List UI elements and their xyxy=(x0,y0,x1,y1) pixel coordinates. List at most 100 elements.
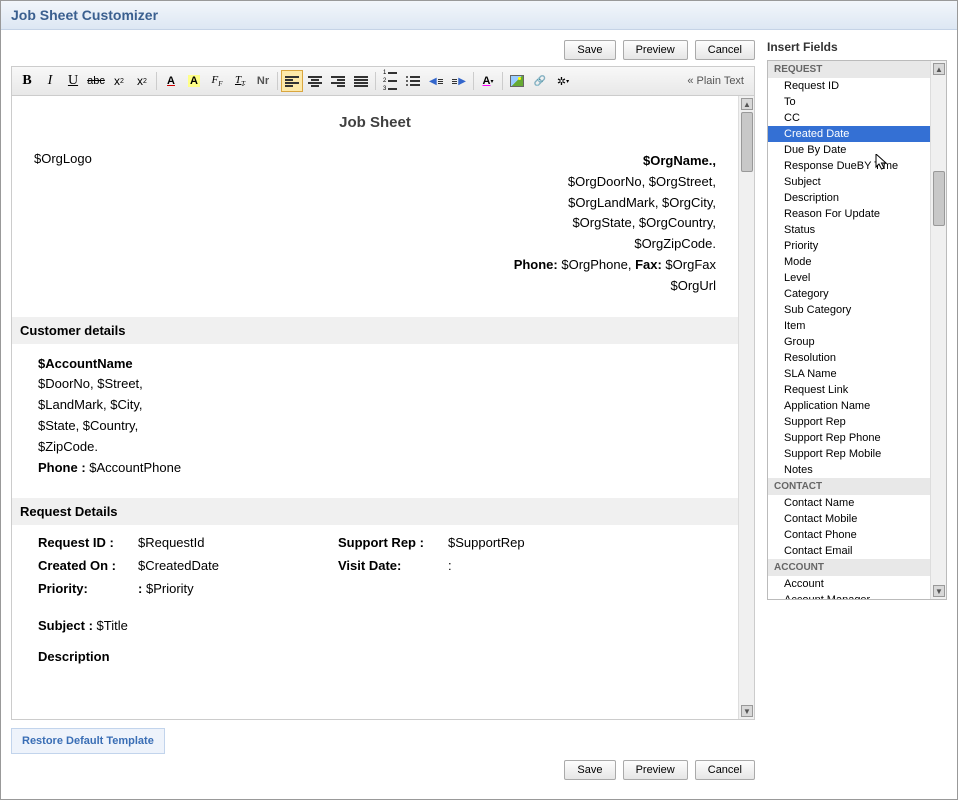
request-id-label: Request ID : xyxy=(38,535,138,550)
editor-scrollbar[interactable]: ▲ ▼ xyxy=(738,96,754,719)
font-face-button[interactable]: FF xyxy=(206,70,228,92)
field-item[interactable]: Status xyxy=(768,222,930,238)
field-item[interactable]: Category xyxy=(768,286,930,302)
scroll-thumb[interactable] xyxy=(741,112,753,172)
field-item[interactable]: Subject xyxy=(768,174,930,190)
scroll-down-icon[interactable]: ▼ xyxy=(933,585,945,597)
unordered-list-button[interactable] xyxy=(402,70,424,92)
org-addr1: $OrgDoorNo, $OrgStreet, xyxy=(144,172,716,193)
field-item[interactable]: Group xyxy=(768,334,930,350)
cancel-button-bottom[interactable]: Cancel xyxy=(695,760,755,780)
support-rep-label: Support Rep : xyxy=(338,535,448,550)
plain-text-toggle[interactable]: « Plain Text xyxy=(681,75,750,87)
field-item[interactable]: Item xyxy=(768,318,930,334)
field-item[interactable]: Contact Phone xyxy=(768,527,930,543)
underline-button[interactable]: U xyxy=(62,70,84,92)
field-item[interactable]: Contact Mobile xyxy=(768,511,930,527)
field-item[interactable]: Support Rep Mobile xyxy=(768,446,930,462)
field-item[interactable]: Resolution xyxy=(768,350,930,366)
field-item[interactable]: Level xyxy=(768,270,930,286)
align-right-button[interactable] xyxy=(327,70,349,92)
org-zip: $OrgZipCode. xyxy=(144,234,716,255)
page-title: Job Sheet Customizer xyxy=(11,7,947,23)
bold-button[interactable]: B xyxy=(16,70,38,92)
scroll-up-icon[interactable]: ▲ xyxy=(933,63,945,75)
normal-format-button[interactable]: Nr xyxy=(252,70,274,92)
outdent-button[interactable]: ◀ xyxy=(425,70,447,92)
cancel-button-top[interactable]: Cancel xyxy=(695,40,755,60)
field-item[interactable]: Application Name xyxy=(768,398,930,414)
insert-image-button[interactable] xyxy=(506,70,528,92)
scroll-down-icon[interactable]: ▼ xyxy=(741,705,753,717)
template-title: Job Sheet xyxy=(34,114,716,131)
request-id-value: $RequestId xyxy=(138,535,338,550)
field-item[interactable]: Sub Category xyxy=(768,302,930,318)
cust-phone-label: Phone : xyxy=(38,460,89,475)
bg-color-button[interactable]: A xyxy=(183,70,205,92)
font-color-button[interactable]: A xyxy=(160,70,182,92)
insert-fields-title: Insert Fields xyxy=(767,40,947,54)
field-item[interactable]: Due By Date xyxy=(768,142,930,158)
fields-scrollbar[interactable]: ▲ ▼ xyxy=(930,61,946,599)
field-item[interactable]: Contact Name xyxy=(768,495,930,511)
insert-fields-list[interactable]: REQUESTRequest IDToCCCreated DateDue By … xyxy=(768,61,930,599)
org-address-block: $OrgName., $OrgDoorNo, $OrgStreet, $OrgL… xyxy=(144,151,716,297)
field-item[interactable]: Priority xyxy=(768,238,930,254)
field-item[interactable]: Response DueBY Time xyxy=(768,158,930,174)
org-name: $OrgName., xyxy=(643,153,716,168)
align-justify-button[interactable] xyxy=(350,70,372,92)
toolbar-separator xyxy=(502,72,503,90)
text-color-picker-button[interactable]: A▾ xyxy=(477,70,499,92)
visit-date-value: : xyxy=(448,558,712,573)
toolbar-separator xyxy=(277,72,278,90)
insert-link-button[interactable]: 🔗 xyxy=(529,70,551,92)
subscript-button[interactable]: x2 xyxy=(108,70,130,92)
save-button-top[interactable]: Save xyxy=(564,40,615,60)
field-item[interactable]: Request Link xyxy=(768,382,930,398)
field-item[interactable]: To xyxy=(768,94,930,110)
scroll-thumb[interactable] xyxy=(933,171,945,226)
superscript-button[interactable]: x2 xyxy=(131,70,153,92)
restore-default-template-button[interactable]: Restore Default Template xyxy=(11,728,165,754)
save-button-bottom[interactable]: Save xyxy=(564,760,615,780)
toolbar-separator xyxy=(156,72,157,90)
strikethrough-button[interactable]: abc xyxy=(85,70,107,92)
italic-button[interactable]: I xyxy=(39,70,61,92)
field-item[interactable]: Support Rep Phone xyxy=(768,430,930,446)
toolbar-separator xyxy=(375,72,376,90)
preview-button-top[interactable]: Preview xyxy=(623,40,688,60)
field-group-header: ACCOUNT xyxy=(768,559,930,576)
cust-addr2: $LandMark, $City, xyxy=(38,395,716,416)
ordered-list-button[interactable]: 123 xyxy=(379,70,401,92)
field-item[interactable]: CC xyxy=(768,110,930,126)
field-item[interactable]: Account Manager xyxy=(768,592,930,599)
editor-toolbar: B I U abc x2 x2 A A FF TT Nr 123 xyxy=(11,66,755,96)
description-label: Description xyxy=(34,639,716,664)
account-name: $AccountName xyxy=(38,356,133,371)
align-center-button[interactable] xyxy=(304,70,326,92)
field-item[interactable]: Mode xyxy=(768,254,930,270)
field-item[interactable]: Notes xyxy=(768,462,930,478)
insert-fields-panel: REQUESTRequest IDToCCCreated DateDue By … xyxy=(767,60,947,600)
font-size-button[interactable]: TT xyxy=(229,70,251,92)
org-fax: $OrgFax xyxy=(665,257,716,272)
priority-value: $Priority xyxy=(146,581,194,596)
toolbar-separator xyxy=(473,72,474,90)
field-item[interactable]: Contact Email xyxy=(768,543,930,559)
field-item[interactable]: Description xyxy=(768,190,930,206)
preview-button-bottom[interactable]: Preview xyxy=(623,760,688,780)
field-item[interactable]: Reason For Update xyxy=(768,206,930,222)
scroll-up-icon[interactable]: ▲ xyxy=(741,98,753,110)
align-left-button[interactable] xyxy=(281,70,303,92)
field-item[interactable]: Request ID xyxy=(768,78,930,94)
field-item[interactable]: Created Date xyxy=(768,126,930,142)
customer-details-header: Customer details xyxy=(12,317,738,344)
spellcheck-button[interactable]: ✲▾ xyxy=(552,70,574,92)
editor-content[interactable]: Job Sheet $OrgLogo $OrgName., $OrgDoorNo… xyxy=(12,96,738,719)
spellcheck-icon: ✲ xyxy=(557,75,566,88)
field-item[interactable]: SLA Name xyxy=(768,366,930,382)
field-item[interactable]: Support Rep xyxy=(768,414,930,430)
cust-zip: $ZipCode. xyxy=(38,437,716,458)
field-item[interactable]: Account xyxy=(768,576,930,592)
indent-button[interactable]: ▶ xyxy=(448,70,470,92)
